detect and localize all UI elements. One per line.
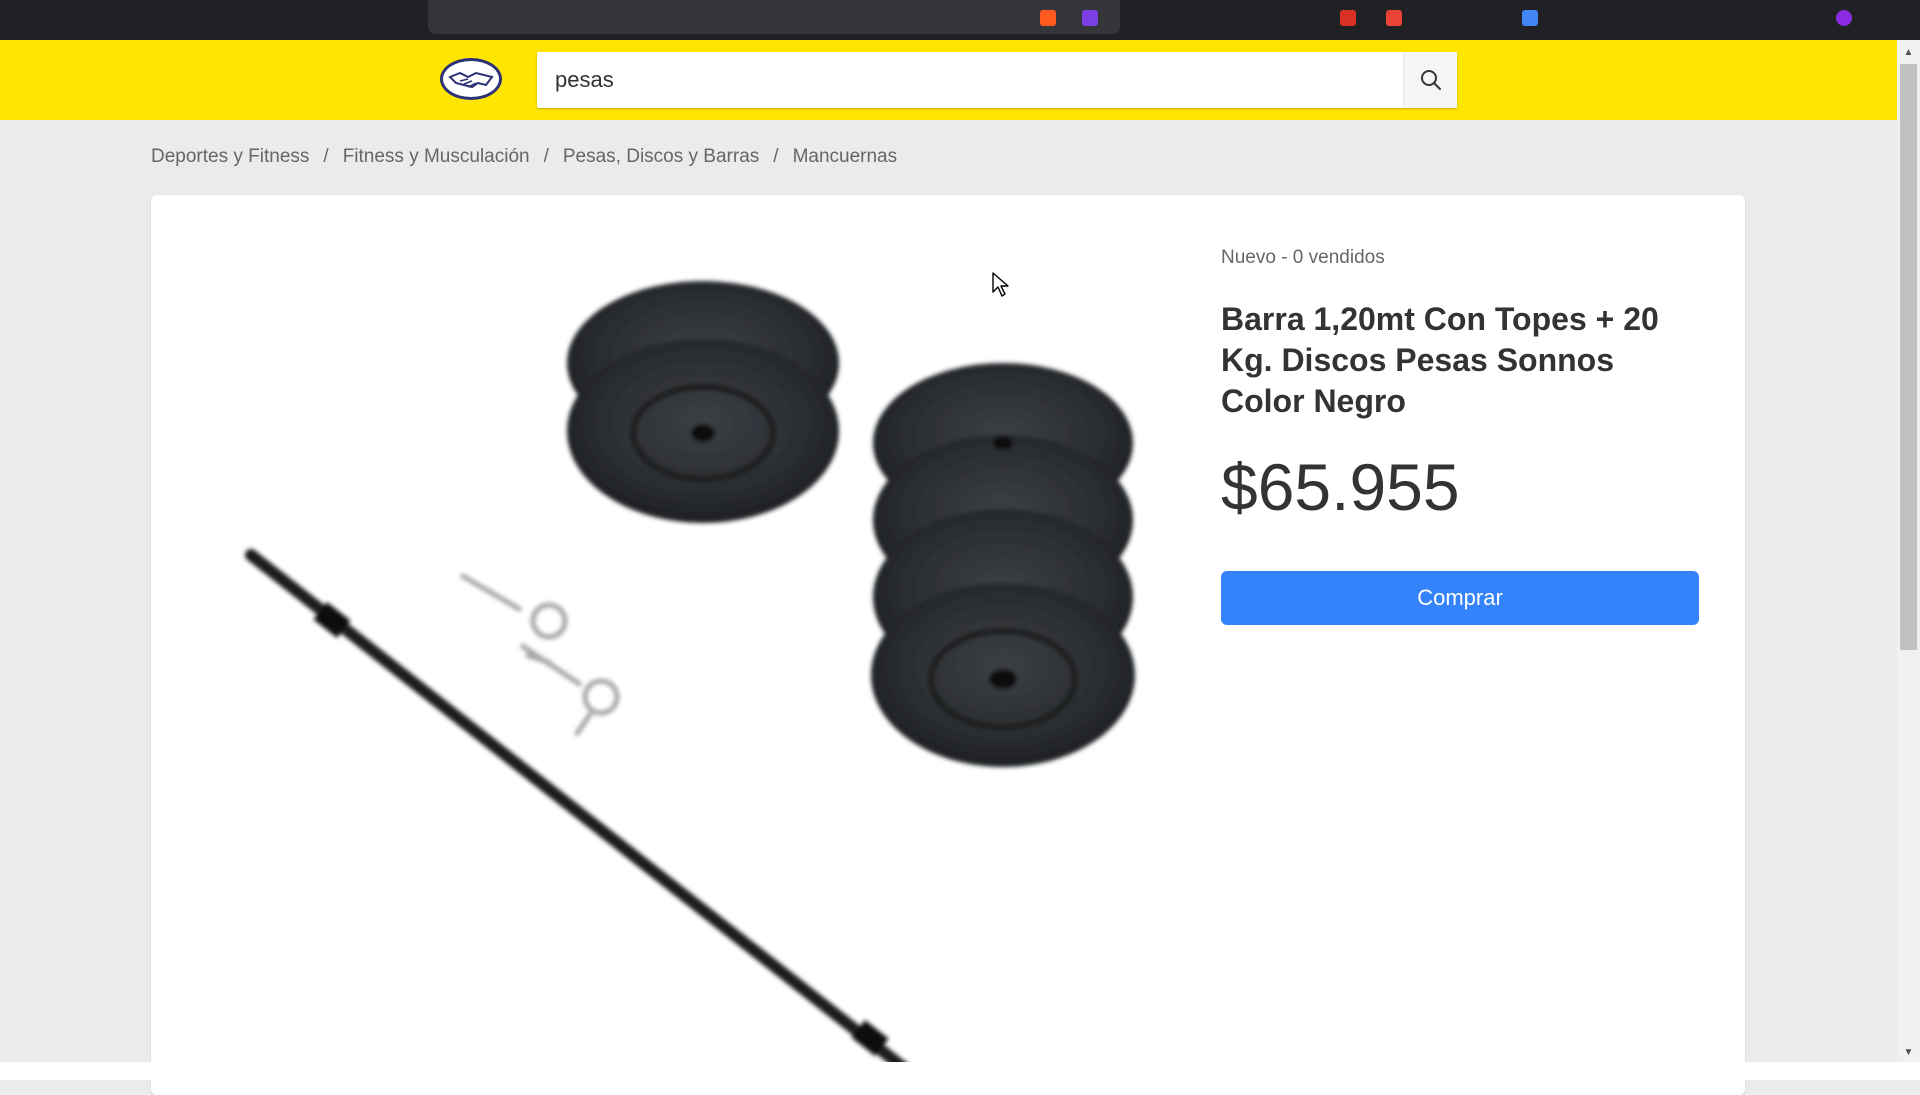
scroll-up-arrow-icon[interactable]: ▲ [1897, 42, 1920, 62]
extension-icon[interactable] [1386, 10, 1402, 26]
site-header [0, 40, 1897, 120]
search-input[interactable] [537, 52, 1403, 108]
product-price: $65.955 [1221, 450, 1460, 524]
extension-icon[interactable] [1040, 10, 1056, 26]
extension-icon[interactable] [1522, 10, 1538, 26]
browser-toolbar [0, 0, 1920, 40]
breadcrumb-separator: / [773, 146, 779, 167]
scrollbar-thumb[interactable] [1900, 64, 1917, 650]
breadcrumb-item-deportes[interactable]: Deportes y Fitness [151, 146, 309, 168]
profile-avatar[interactable] [1836, 10, 1852, 26]
breadcrumb-separator: / [543, 146, 549, 167]
search-bar [537, 52, 1457, 108]
window-bottom-edge [0, 1062, 1920, 1080]
extension-icon[interactable] [1340, 10, 1356, 26]
product-card: Nuevo - 0 vendidos Barra 1,20mt Con Tope… [151, 195, 1745, 1095]
product-condition: Nuevo - 0 vendidos [1221, 247, 1385, 268]
breadcrumb: Deportes y Fitness / Fitness y Musculaci… [151, 146, 897, 168]
breadcrumb-item-mancuernas[interactable]: Mancuernas [793, 146, 898, 168]
extension-icon[interactable] [1082, 10, 1098, 26]
product-image[interactable] [191, 235, 1191, 1065]
mouse-cursor-icon [992, 272, 1009, 297]
search-button[interactable] [1403, 52, 1457, 108]
scroll-down-arrow-icon[interactable]: ▼ [1897, 1042, 1920, 1062]
breadcrumb-separator: / [323, 146, 329, 167]
breadcrumb-item-fitness[interactable]: Fitness y Musculación [343, 146, 530, 168]
page-scrollbar[interactable]: ▲ ▼ [1897, 40, 1920, 1062]
browser-address-bar[interactable] [428, 0, 1120, 34]
product-title: Barra 1,20mt Con Topes + 20 Kg. Discos P… [1221, 301, 1659, 419]
handshake-logo[interactable] [438, 55, 504, 103]
buy-button[interactable]: Comprar [1221, 571, 1699, 625]
search-icon [1420, 70, 1441, 90]
breadcrumb-item-pesas[interactable]: Pesas, Discos y Barras [563, 146, 759, 168]
